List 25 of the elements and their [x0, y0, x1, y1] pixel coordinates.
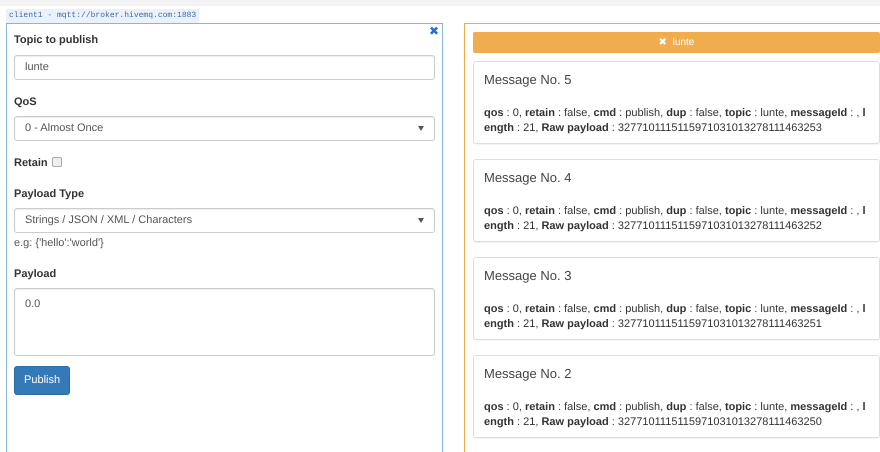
- payload-textarea[interactable]: 0.0: [14, 288, 435, 356]
- message-title: Message No. 2: [484, 365, 572, 383]
- topic-field[interactable]: lunte: [14, 54, 435, 80]
- retain-checkbox[interactable]: [52, 157, 62, 167]
- close-icon[interactable]: ✖: [429, 22, 439, 40]
- message-title: Message No. 4: [484, 169, 572, 187]
- field-label: QoS: [14, 94, 38, 110]
- message-title: Message No. 3: [484, 267, 572, 285]
- payload-type-select[interactable]: Strings / JSON / XML / Characters: [14, 208, 435, 233]
- publish-button[interactable]: Publish: [14, 366, 70, 394]
- caret-icon: [418, 126, 424, 131]
- connection-tab[interactable]: client1 - mqtt://broker.hivemq.com:1883: [6, 9, 200, 23]
- message-details: qos : 0, retain : false, cmd : publish, dup : false, topic : lunte, messageId : , length : 21, Raw payload : 3277101115115971031013278111463253: [484, 106, 867, 136]
- field-label: Topic to publish: [14, 33, 100, 48]
- topic-label: lunte: [672, 36, 694, 50]
- message-details: qos : 0, retain : false, cmd : publish, dup : false, topic : lunte, messageId : , length : 21, Raw payload : 3277101115115971031013278111463250: [484, 400, 867, 430]
- field-label: Payload: [14, 266, 58, 282]
- message-title: Message No. 5: [484, 71, 572, 89]
- hint-text: e.g: {'hello':'world'}: [14, 236, 105, 251]
- message-details: qos : 0, retain : false, cmd : publish, dup : false, topic : lunte, messageId : , length : 21, Raw payload : 3277101115115971031013278111463251: [484, 302, 867, 332]
- field-label: Retain: [14, 157, 48, 169]
- caret-icon: [418, 218, 424, 223]
- field-label: Payload Type: [14, 186, 86, 202]
- qos-select[interactable]: 0 - Almost Once: [14, 116, 435, 141]
- message-details: qos : 0, retain : false, cmd : publish, dup : false, topic : lunte, messageId : , length : 21, Raw payload : 3277101115115971031013278111463252: [484, 204, 867, 234]
